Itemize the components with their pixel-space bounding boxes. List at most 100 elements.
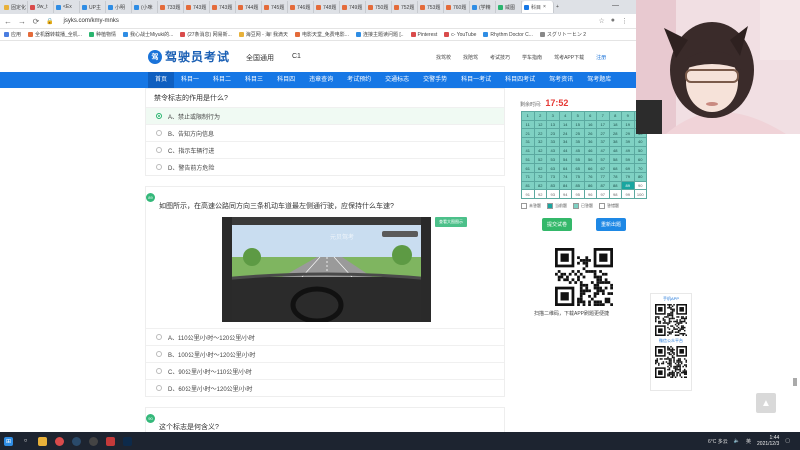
answer-option[interactable]: A、禁止或限制行为 [146, 107, 504, 124]
tab-close-icon[interactable]: × [543, 4, 546, 10]
submit-exam-button[interactable]: 提交试卷 [542, 218, 573, 231]
ime-indicator[interactable]: 英 [746, 438, 751, 445]
radio-button[interactable] [156, 368, 162, 374]
nav-item[interactable]: 科目四 [270, 72, 302, 88]
question-number-cell[interactable]: 54 [559, 155, 572, 165]
browser-tab[interactable]: 9w_t [28, 1, 54, 13]
nav-item[interactable]: 违章查询 [302, 72, 340, 88]
clock[interactable]: 1:44 2021/12/3 [757, 435, 779, 447]
answer-option[interactable]: C、90公里/小时～110公里/小时 [146, 362, 504, 379]
nav-item[interactable]: 驾考资讯 [542, 72, 580, 88]
header-link[interactable]: 考试技巧 [490, 54, 510, 61]
question-number-cell[interactable]: 63 [547, 164, 560, 173]
bookmark-item[interactable]: スグリトーヒン 2 [539, 31, 586, 38]
radio-button[interactable] [156, 351, 162, 357]
question-number-cell[interactable]: 47 [597, 146, 610, 156]
question-number-cell[interactable]: 33 [547, 138, 560, 147]
question-number-cell[interactable]: 7 [597, 112, 610, 121]
back-to-top-button[interactable]: ▲ [756, 393, 776, 413]
question-number-cell[interactable]: 41 [522, 146, 535, 156]
header-link[interactable]: 找陪驾 [463, 54, 478, 61]
app-icon[interactable] [106, 436, 115, 446]
question-number-cell[interactable]: 93 [547, 190, 560, 199]
question-number-cell[interactable]: 89 [622, 181, 635, 191]
photoshop-icon[interactable] [123, 436, 132, 446]
answer-option[interactable]: C、指示车辆行进 [146, 141, 504, 158]
browser-tab[interactable]: 威图 [496, 1, 522, 13]
nav-item[interactable]: 科目一 [174, 72, 206, 88]
view-large-image-button[interactable]: 查看大图图示 [435, 217, 467, 227]
minimize-button[interactable]: — [612, 2, 619, 9]
license-type[interactable]: C1 [292, 53, 301, 60]
question-number-cell[interactable]: 16 [584, 120, 597, 130]
question-number-cell[interactable]: 82 [534, 181, 547, 191]
nav-item[interactable]: 首页 [148, 72, 175, 88]
radio-button[interactable] [156, 385, 162, 391]
browser-tab[interactable]: 752题 [392, 1, 418, 13]
star-icon[interactable]: ☆ [598, 17, 604, 25]
question-number-cell[interactable]: 11 [522, 120, 535, 130]
question-number-cell[interactable]: 46 [584, 146, 597, 156]
question-number-cell[interactable]: 36 [584, 138, 597, 147]
question-number-cell[interactable]: 1 [522, 112, 535, 121]
question-number-cell[interactable]: 29 [622, 129, 635, 139]
nav-item[interactable]: 科目三 [238, 72, 270, 88]
question-number-cell[interactable]: 95 [572, 190, 585, 199]
region-selector[interactable]: 全国通用 [246, 53, 274, 63]
bookmark-item[interactable]: 全机器转载播_全机... [28, 31, 82, 38]
question-number-cell[interactable]: 83 [547, 181, 560, 191]
question-number-cell[interactable]: 34 [559, 138, 572, 147]
question-number-cell[interactable]: 98 [609, 190, 622, 199]
question-number-cell[interactable]: 2 [534, 112, 547, 121]
question-number-cell[interactable]: 80 [634, 172, 647, 182]
question-number-cell[interactable]: 27 [597, 129, 610, 139]
question-number-cell[interactable]: 79 [622, 172, 635, 182]
restart-exam-button[interactable]: 重新出题 [596, 218, 627, 231]
question-number-cell[interactable]: 86 [584, 181, 597, 191]
question-number-cell[interactable]: 48 [609, 146, 622, 156]
header-link[interactable]: 找驾校 [436, 54, 451, 61]
question-number-cell[interactable]: 3 [547, 112, 560, 121]
question-number-cell[interactable]: 73 [547, 172, 560, 182]
question-number-cell[interactable]: 57 [597, 155, 610, 165]
question-number-cell[interactable]: 25 [572, 129, 585, 139]
search-icon[interactable]: ○ [21, 437, 30, 446]
question-number-cell[interactable]: 61 [522, 164, 535, 173]
question-number-cell[interactable]: 23 [547, 129, 560, 139]
chrome-icon[interactable] [55, 436, 64, 446]
question-number-cell[interactable]: 75 [572, 172, 585, 182]
notification-icon[interactable]: ▢ [785, 438, 790, 444]
volume-icon[interactable]: 🔈 [734, 438, 740, 444]
nav-item[interactable]: 科目二 [206, 72, 238, 88]
register-link[interactable]: 注册 [596, 54, 606, 61]
profile-icon[interactable]: ● [611, 17, 615, 25]
bookmark-item[interactable]: 我心战士Miyuki的... [122, 31, 173, 38]
obs-icon[interactable] [89, 436, 98, 446]
bookmark-item[interactable]: Rhythm Doctor C... [483, 32, 533, 38]
question-number-cell[interactable]: 14 [559, 120, 572, 130]
answer-option[interactable]: D、警告前方危险 [146, 158, 504, 175]
radio-button[interactable] [156, 130, 162, 136]
question-number-cell[interactable]: 62 [534, 164, 547, 173]
question-number-cell[interactable]: 94 [559, 190, 572, 199]
header-link[interactable]: 驾考APP下载 [554, 54, 584, 61]
question-number-cell[interactable]: 17 [597, 120, 610, 130]
radio-button[interactable] [156, 147, 162, 153]
question-number-cell[interactable]: 19 [622, 120, 635, 130]
browser-tab[interactable]: 743题 [184, 1, 210, 13]
question-number-cell[interactable]: 56 [584, 155, 597, 165]
nav-item[interactable]: 交通标志 [378, 72, 416, 88]
question-number-cell[interactable]: 67 [597, 164, 610, 173]
browser-tab[interactable]: 小明 [106, 1, 132, 13]
question-number-cell[interactable]: 87 [597, 181, 610, 191]
question-number-cell[interactable]: 31 [522, 138, 535, 147]
browser-tab[interactable]: 748题 [314, 1, 340, 13]
question-number-cell[interactable]: 28 [609, 129, 622, 139]
question-number-cell[interactable]: 15 [572, 120, 585, 130]
back-icon[interactable]: ← [4, 17, 12, 26]
question-number-cell[interactable]: 59 [622, 155, 635, 165]
bookmark-item[interactable]: 连接主题读问题 [.. [355, 31, 404, 38]
question-number-cell[interactable]: 90 [634, 181, 647, 191]
question-number-cell[interactable]: 69 [622, 164, 635, 173]
question-number-cell[interactable]: 91 [522, 190, 535, 199]
